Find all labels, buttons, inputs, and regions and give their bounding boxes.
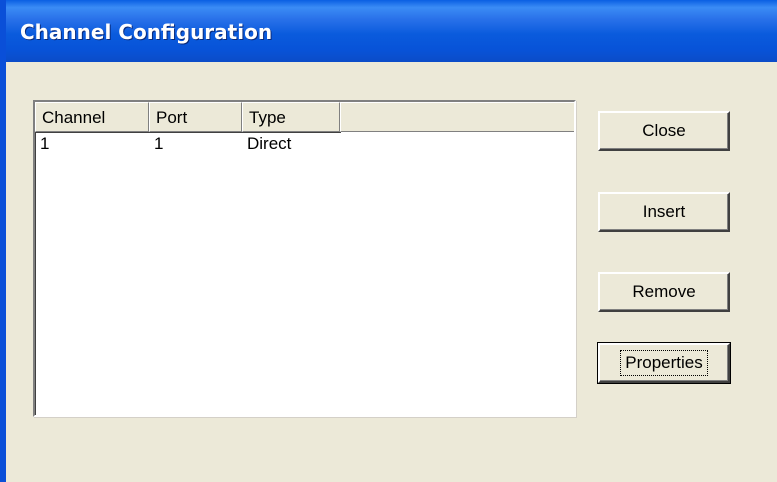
column-header-port[interactable]: Port [149, 102, 242, 132]
dialog-client-area: Channel Port Type 1 1 Direct Close Inser… [6, 62, 777, 482]
cell-channel: 1 [40, 134, 50, 153]
column-header-filler [340, 102, 574, 132]
cell-type: Direct [247, 134, 292, 153]
title-bar[interactable]: Channel Configuration [6, 0, 777, 62]
list-header: Channel Port Type [35, 102, 574, 132]
list-rows: 1 1 Direct [35, 133, 574, 155]
remove-button[interactable]: Remove [598, 272, 730, 312]
properties-button[interactable]: Properties [597, 342, 731, 384]
cell-port: 1 [154, 134, 164, 153]
insert-button[interactable]: Insert [598, 192, 730, 232]
close-button[interactable]: Close [598, 111, 730, 151]
channel-configuration-window: Channel Configuration Channel Port Type … [0, 0, 777, 482]
column-header-type[interactable]: Type [242, 102, 340, 132]
window-title: Channel Configuration [20, 20, 273, 44]
channel-list-view[interactable]: Channel Port Type 1 1 Direct [33, 100, 576, 417]
column-header-channel[interactable]: Channel [35, 102, 149, 132]
list-row[interactable]: 1 1 Direct [35, 133, 574, 155]
properties-button-label: Properties [620, 350, 708, 376]
